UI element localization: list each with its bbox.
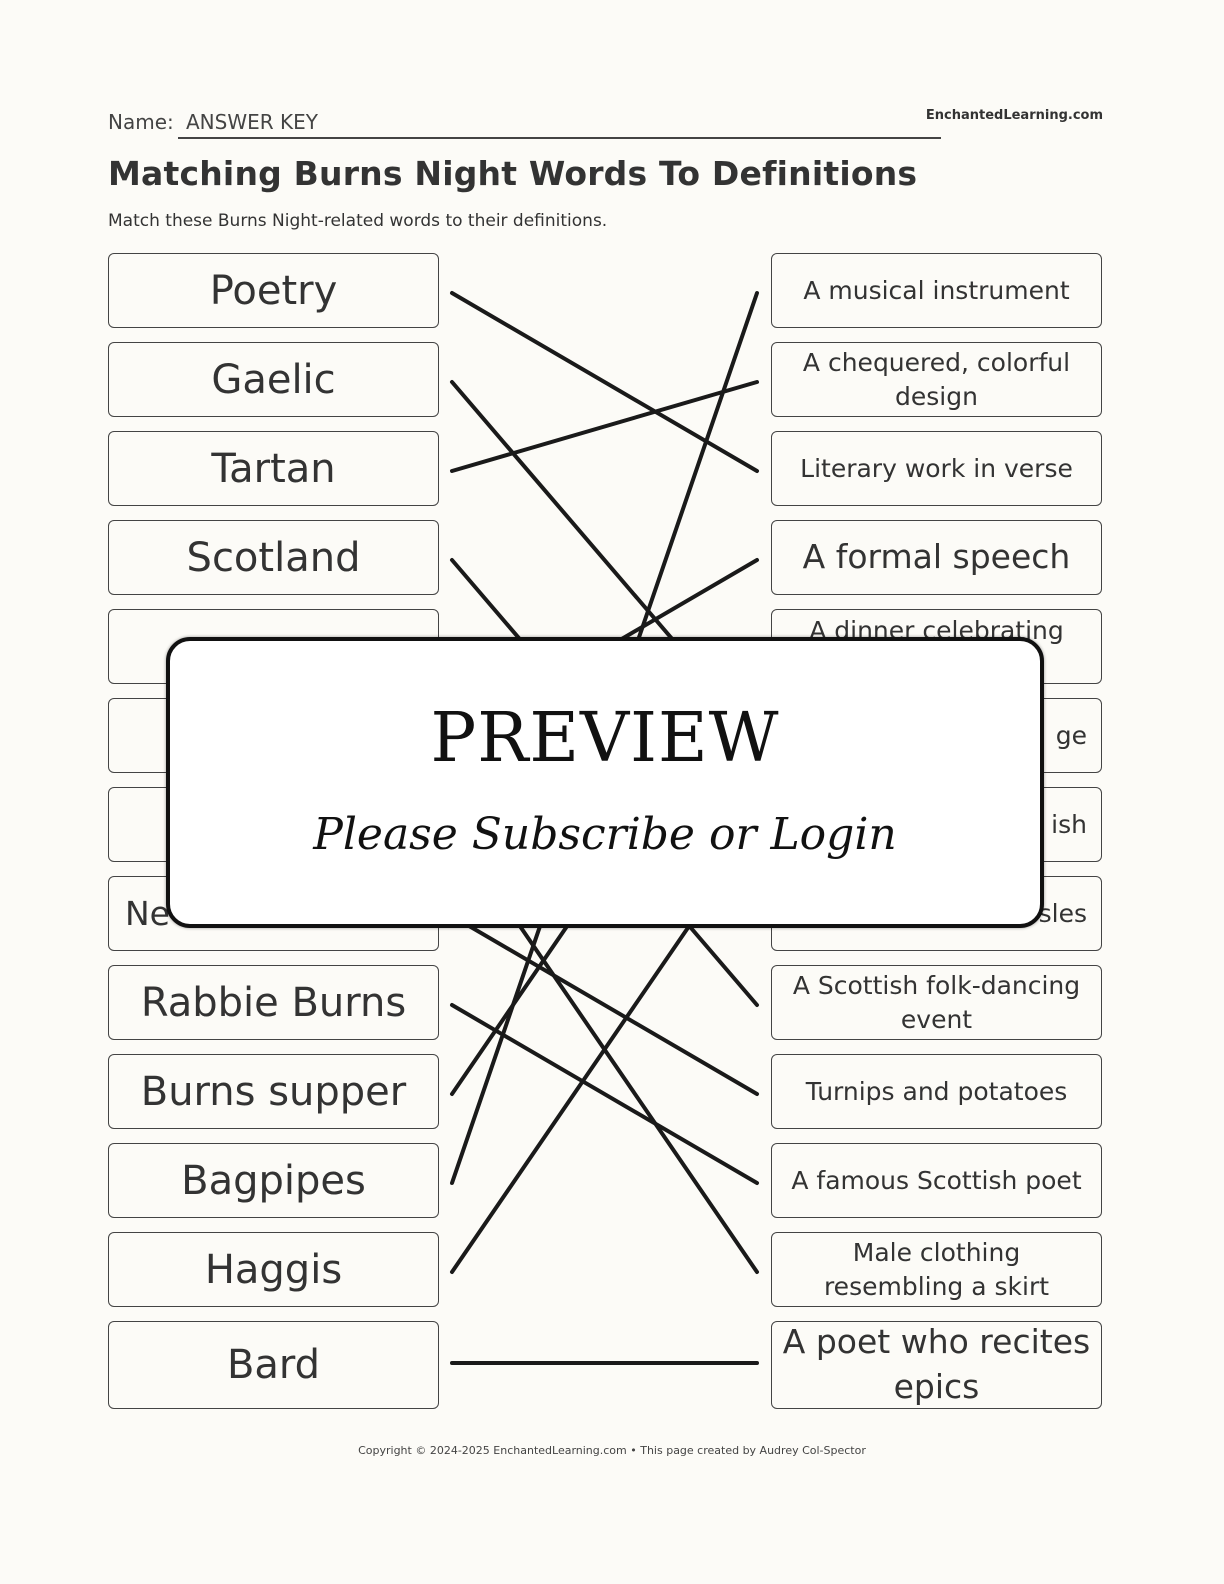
definition-text: A famous Scottish poet [791,1165,1082,1195]
definition-text: A chequered, colorful design [802,347,1071,411]
definition-box: A formal speech [771,520,1102,595]
definition-text: Turnips and potatoes [805,1076,1068,1106]
instructions: Match these Burns Night-related words to… [108,211,608,231]
definition-box: Literary work in verse [771,431,1102,506]
subscribe-login-prompt[interactable]: Please Subscribe or Login [170,809,1040,860]
page-title: Matching Burns Night Words To Definition… [108,154,918,193]
word-text: Bagpipes [181,1157,366,1204]
preview-title: PREVIEW [430,699,780,778]
word-box: Rabbie Burns [108,965,439,1040]
definition-text: A musical instrument [803,275,1070,305]
word-box: Burns supper [108,1054,439,1129]
word-box: Bard [108,1321,439,1409]
word-box: Haggis [108,1232,439,1307]
definition-box: A Scottish folk-dancing event [771,965,1102,1040]
definition-text: ge [1055,720,1087,750]
word-box: Gaelic [108,342,439,417]
definition-text: sles [1038,898,1087,928]
word-text: Burns supper [140,1068,407,1115]
word-box: Bagpipes [108,1143,439,1218]
footer-copyright: Copyright © 2024-2025 EnchantedLearning.… [358,1444,866,1457]
match-line [450,380,759,473]
definition-box: Turnips and potatoes [771,1054,1102,1129]
preview-overlay: PREVIEW Please Subscribe or Login [166,637,1044,928]
site-brand: EnchantedLearning.com [925,108,1103,123]
word-box: Tartan [108,431,439,506]
definition-box: A chequered, colorful design [771,342,1102,417]
definition-text: ish [1051,809,1087,839]
name-underline [178,137,941,139]
match-line [450,1003,759,1185]
word-text: Haggis [204,1246,343,1293]
definition-box: A famous Scottish poet [771,1143,1102,1218]
name-label: Name: [108,110,174,134]
definition-text: A Scottish folk-dancing event [792,970,1081,1034]
definition-text: A formal speech [802,537,1071,577]
match-line [450,914,759,1096]
definition-text: A poet who recites epics [782,1322,1091,1406]
word-text: Tartan [211,445,336,492]
word-box: Scotland [108,520,439,595]
name-value: ANSWER KEY [186,110,318,134]
word-text: Ne [125,894,170,933]
definition-box: Male clothing resembling a skirt [771,1232,1102,1307]
match-line [450,291,759,473]
word-text: Poetry [209,267,338,314]
word-text: Gaelic [211,356,336,403]
definition-text: Male clothing resembling a skirt [823,1237,1050,1301]
word-text: Bard [226,1342,321,1388]
definition-text: Literary work in verse [800,453,1073,483]
word-text: Scotland [186,534,361,581]
definition-box: A musical instrument [771,253,1102,328]
word-text: Rabbie Burns [140,979,407,1026]
word-box: Poetry [108,253,439,328]
definition-box: A poet who recites epics [771,1321,1102,1409]
